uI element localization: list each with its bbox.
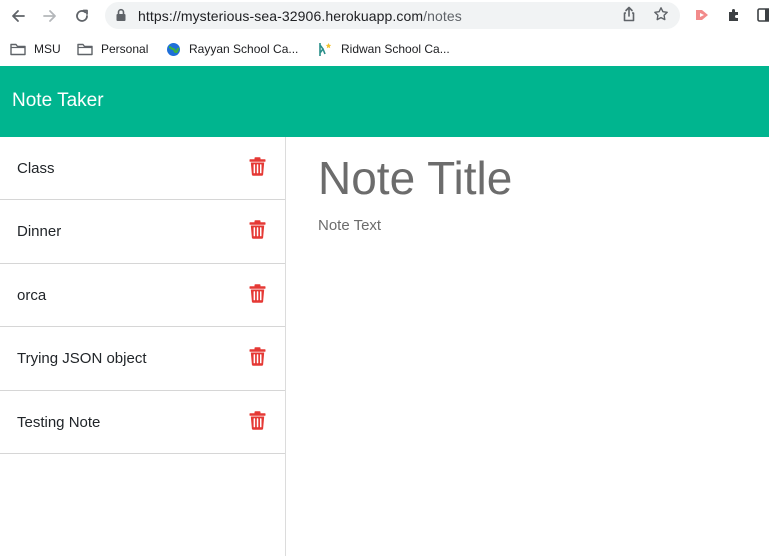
trash-icon[interactable] <box>249 157 266 176</box>
note-title: Class <box>17 160 55 177</box>
arrow-right-icon <box>43 10 56 22</box>
url-text[interactable]: https://mysterious-sea-32906.herokuapp.c… <box>138 8 462 24</box>
bookmarks-bar: MSU Personal Rayyan School Ca... Ridwan … <box>0 33 769 66</box>
trash-icon[interactable] <box>249 411 266 430</box>
share-icon[interactable] <box>620 5 638 23</box>
folder-icon <box>10 43 26 56</box>
list-item[interactable]: orca <box>0 264 285 327</box>
forward-button[interactable] <box>37 3 63 29</box>
bookmark-label: Rayyan School Ca... <box>189 42 299 56</box>
list-item[interactable]: Class <box>0 137 285 200</box>
lock-icon[interactable] <box>115 8 127 27</box>
note-title-input[interactable] <box>318 148 748 208</box>
note-title: Testing Note <box>17 414 101 431</box>
url-path: /notes <box>423 8 462 24</box>
app-navbar: Note Taker <box>0 66 769 137</box>
browser-toolbar: https://mysterious-sea-32906.herokuapp.c… <box>0 0 769 33</box>
note-title: orca <box>17 287 47 304</box>
bookmark-label: Ridwan School Ca... <box>341 42 450 56</box>
red-extension-icon[interactable] <box>693 6 711 24</box>
site-icon <box>318 42 333 57</box>
trash-icon[interactable] <box>249 220 266 239</box>
brand-title[interactable]: Note Taker <box>12 90 104 112</box>
note-list: Class Dinner orca Trying JSON object Tes… <box>0 137 286 556</box>
list-item[interactable]: Testing Note <box>0 391 285 454</box>
star-icon[interactable] <box>652 5 670 23</box>
bookmark-msu[interactable]: MSU <box>10 39 61 59</box>
puzzle-icon[interactable] <box>725 6 743 24</box>
bookmark-label: MSU <box>34 42 61 56</box>
note-text-area[interactable] <box>318 217 748 537</box>
note-title: Trying JSON object <box>17 350 147 367</box>
arrow-left-icon <box>12 10 25 22</box>
back-button[interactable] <box>5 3 31 29</box>
bookmark-ridwan[interactable]: Ridwan School Ca... <box>318 39 450 59</box>
bookmark-rayyan[interactable]: Rayyan School Ca... <box>166 39 298 59</box>
folder-icon <box>77 43 93 56</box>
reload-button[interactable] <box>69 3 95 29</box>
list-item[interactable]: Dinner <box>0 200 285 264</box>
globe-icon <box>166 42 181 57</box>
bookmark-label: Personal <box>101 42 149 56</box>
url-host: https://mysterious-sea-32906.herokuapp.c… <box>138 8 424 24</box>
list-item[interactable]: Trying JSON object <box>0 327 285 391</box>
trash-icon[interactable] <box>249 284 266 303</box>
note-title: Dinner <box>17 223 62 240</box>
trash-icon[interactable] <box>249 347 266 366</box>
side-panel-icon[interactable] <box>755 6 769 24</box>
reload-icon <box>76 9 88 22</box>
address-bar[interactable]: https://mysterious-sea-32906.herokuapp.c… <box>105 2 680 29</box>
bookmark-personal[interactable]: Personal <box>77 39 148 59</box>
